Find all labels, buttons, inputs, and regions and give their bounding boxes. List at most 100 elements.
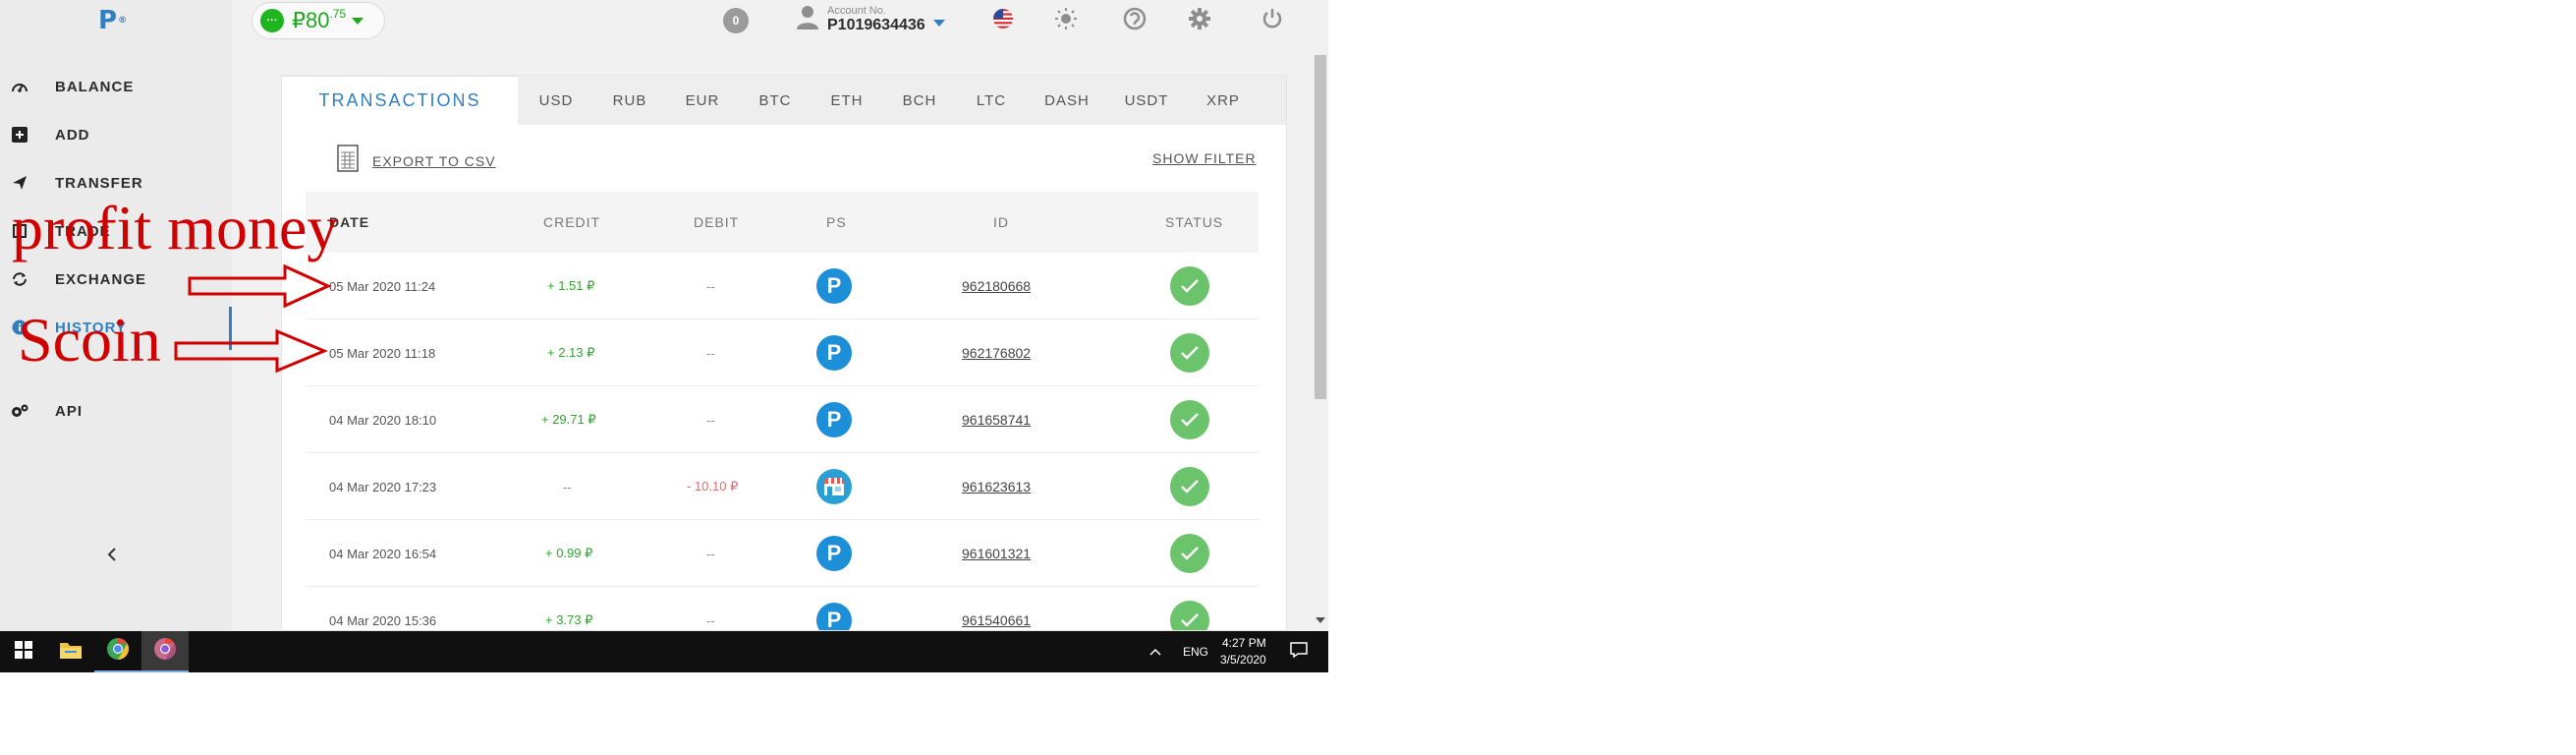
taskbar-chrome-2[interactable] (141, 631, 189, 672)
column-header-ps[interactable]: PS (826, 192, 847, 253)
tab-usd[interactable]: USD (518, 76, 594, 125)
logo[interactable]: P® (98, 6, 127, 35)
date-cell: 04 Mar 2020 15:36 (329, 612, 437, 628)
date-cell: 04 Mar 2020 17:23 (329, 479, 437, 494)
annotation-arrow-icon (174, 328, 328, 374)
balance-dropdown[interactable]: ··· ₽80 .75 (252, 2, 385, 39)
transaction-id-link[interactable]: 961601321 (962, 520, 1031, 587)
sidebar-item-label: TRANSFER (55, 174, 143, 192)
transaction-id-link[interactable]: 961623613 (962, 453, 1031, 520)
transaction-id-link[interactable]: 961658741 (962, 386, 1031, 453)
app-screen: P® BALANCE ADD TRANSFER TRADE EXCHANGE H… (0, 0, 1328, 672)
check-icon (1170, 534, 1209, 573)
clock-time[interactable]: 4:27 PM (1222, 636, 1266, 650)
show-filter-button[interactable]: SHOW FILTER (1152, 150, 1257, 166)
sidebar-item-balance[interactable]: BALANCE (10, 72, 134, 101)
start-button[interactable] (0, 631, 47, 672)
column-header-debit[interactable]: DEBIT (694, 192, 739, 253)
table-row[interactable]: 04 Mar 2020 17:23 -- - 10.10 ₽ 961623613 (306, 453, 1259, 520)
tab-eth[interactable]: ETH (811, 76, 883, 125)
debit-cell: -- (706, 345, 715, 361)
check-icon (1170, 400, 1209, 439)
table-row[interactable]: 04 Mar 2020 18:10 + 29.71 ₽ -- P 9616587… (306, 386, 1259, 453)
tab-btc[interactable]: BTC (740, 76, 811, 125)
chrome-icon (106, 637, 130, 666)
balance-amount: ₽80 (292, 8, 330, 32)
taskbar-file-explorer[interactable] (47, 631, 94, 672)
payment-system-cell (816, 453, 852, 520)
tab-bch[interactable]: BCH (883, 76, 956, 125)
chevron-up-icon (1149, 643, 1161, 661)
language-flag-button[interactable] (988, 6, 1018, 35)
balance-cents: .75 (329, 7, 347, 21)
language-indicator[interactable]: ENG (1183, 645, 1208, 659)
tab-xrp[interactable]: XRP (1186, 76, 1260, 125)
account-dropdown[interactable]: Account No. P1019634436 (796, 4, 945, 34)
tab-usdt[interactable]: USDT (1107, 76, 1186, 125)
power-icon (1260, 7, 1284, 35)
logo-letter: P (98, 6, 118, 35)
shop-icon (816, 469, 852, 504)
sidebar-item-exchange[interactable]: EXCHANGE (10, 264, 146, 294)
tab-rub[interactable]: RUB (594, 76, 665, 125)
taskbar-chrome-1[interactable] (94, 631, 141, 672)
windows-logo-icon (15, 640, 32, 664)
transaction-id-link[interactable]: 962176802 (962, 319, 1031, 386)
gauge-icon (10, 77, 29, 96)
payeer-icon: P (816, 335, 852, 371)
plus-square-icon (10, 125, 29, 145)
table-row[interactable]: 04 Mar 2020 16:54 + 0.99 ₽ -- P 96160132… (306, 520, 1259, 587)
tray-overflow-button[interactable] (1142, 631, 1169, 672)
action-center-button[interactable] (1279, 631, 1318, 672)
debit-cell: -- (706, 278, 715, 294)
table-row[interactable]: 04 Mar 2020 15:36 + 3.73 ₽ -- P 96154066… (306, 587, 1259, 630)
debit-cell: -- (706, 546, 715, 561)
notifications-badge[interactable]: 0 (723, 8, 749, 33)
export-csv-button[interactable]: EXPORT TO CSV (337, 145, 496, 177)
debit-cell: - 10.10 ₽ (687, 479, 739, 494)
tab-dash[interactable]: DASH (1027, 76, 1107, 125)
us-flag-icon (992, 8, 1014, 34)
table-row[interactable]: 05 Mar 2020 11:24 + 1.51 ₽ -- P 96218066… (306, 253, 1259, 319)
status-cell (1170, 386, 1209, 453)
notification-icon (1290, 641, 1308, 663)
date-cell: 04 Mar 2020 18:10 (329, 412, 437, 428)
status-cell (1170, 253, 1209, 319)
account-caption: Account No. (827, 4, 886, 17)
payment-system-cell: P (816, 587, 852, 630)
transaction-id-link[interactable]: 961540661 (962, 587, 1031, 630)
sun-icon (1054, 7, 1078, 35)
clock-date[interactable]: 3/5/2020 (1220, 653, 1266, 667)
check-icon (1170, 266, 1209, 306)
tab-transactions[interactable]: TRANSACTIONS (282, 76, 518, 125)
status-cell (1170, 319, 1209, 386)
logout-button[interactable] (1258, 6, 1287, 35)
transaction-id-link[interactable]: 962180668 (962, 253, 1031, 319)
column-header-credit[interactable]: CREDIT (543, 192, 600, 253)
annotation-profit-money: profit money (12, 193, 339, 262)
sidebar-item-label: EXCHANGE (55, 270, 147, 288)
sidebar-item-add[interactable]: ADD (10, 120, 90, 149)
column-header-status[interactable]: STATUS (1165, 192, 1223, 253)
balance-menu-icon: ··· (260, 9, 284, 32)
date-cell: 05 Mar 2020 11:18 (329, 345, 436, 361)
credit-cell: + 3.73 ₽ (545, 612, 593, 627)
spreadsheet-icon (337, 145, 359, 177)
credit-cell: + 1.51 ₽ (547, 278, 595, 293)
scroll-down-arrow-icon[interactable] (1316, 617, 1325, 623)
sidebar-item-api[interactable]: API (10, 396, 83, 426)
payment-system-cell: P (816, 386, 852, 453)
settings-button[interactable] (1185, 6, 1214, 35)
collapse-sidebar-button[interactable] (98, 543, 126, 570)
theme-toggle-button[interactable] (1051, 6, 1081, 35)
page-scrollbar[interactable] (1313, 0, 1328, 631)
support-button[interactable] (1120, 6, 1149, 35)
scrollbar-thumb[interactable] (1315, 55, 1326, 399)
tab-eur[interactable]: EUR (665, 76, 740, 125)
gears-icon (10, 401, 29, 421)
currency-tabs: TRANSACTIONS USD RUB EUR BTC ETH BCH LTC… (282, 76, 1286, 125)
table-row[interactable]: 05 Mar 2020 11:18 + 2.13 ₽ -- P 96217680… (306, 319, 1259, 386)
payeer-icon: P (816, 268, 852, 304)
column-header-id[interactable]: ID (993, 192, 1009, 253)
tab-ltc[interactable]: LTC (956, 76, 1027, 125)
